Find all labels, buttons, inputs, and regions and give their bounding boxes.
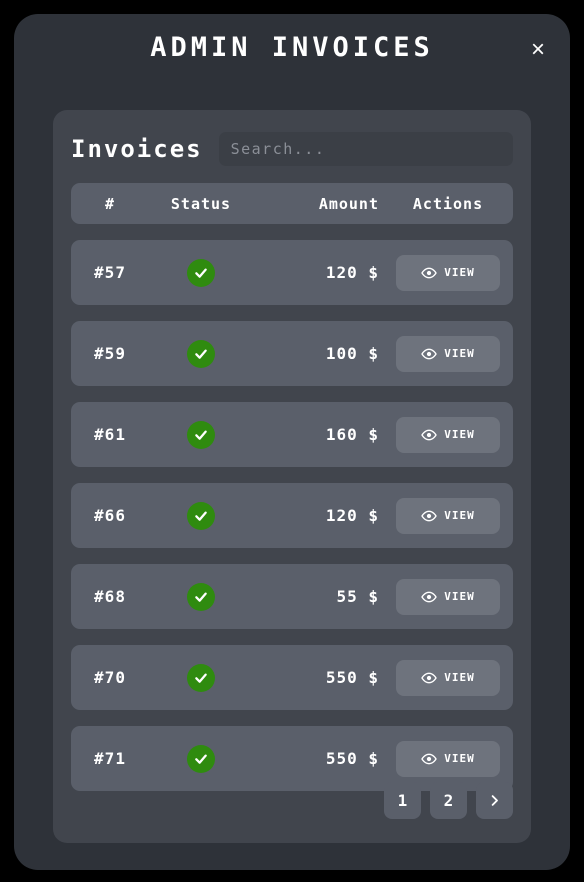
table-row: #70 550 $ VIEW [71,645,513,710]
table-row: #61 160 $ VIEW [71,402,513,467]
view-button[interactable]: VIEW [396,659,500,696]
status-badge [187,582,215,611]
chevron-right-icon [487,793,502,808]
status-badge [187,339,215,368]
close-icon[interactable]: × [521,33,555,67]
check-icon [193,265,209,281]
view-button[interactable]: VIEW [396,740,500,777]
column-header-amount: Amount [318,194,379,213]
admin-invoices-modal: ADMIN INVOICES × Invoices # Status Amoun… [14,14,570,870]
invoices-table: # Status Amount Actions #57 120 $ VIEW #59 1… [71,183,513,791]
actions-cell: VIEW [383,740,513,777]
invoice-number: #66 [94,506,126,525]
actions-cell: VIEW [383,659,513,696]
status-badge [187,420,215,449]
eye-icon [421,670,438,686]
invoices-card: Invoices # Status Amount Actions #57 120 … [53,110,531,843]
invoice-amount: 120 $ [325,263,379,282]
invoice-amount: 55 $ [336,587,379,606]
view-button-label: VIEW [444,752,475,765]
eye-icon [421,589,438,605]
view-button[interactable]: VIEW [396,335,500,372]
table-row: #66 120 $ VIEW [71,483,513,548]
status-cell [149,258,253,287]
invoice-amount: 550 $ [325,668,379,687]
view-button-label: VIEW [444,347,475,360]
eye-icon [421,427,438,443]
invoice-number: #61 [94,425,126,444]
status-cell [149,582,253,611]
status-cell [149,501,253,530]
check-icon [193,346,209,362]
column-header-actions: Actions [412,194,484,213]
table-body: #57 120 $ VIEW #59 100 $ VIEW #61 160 $ VIEW #66 1… [71,240,513,791]
status-badge [187,663,215,692]
check-icon [193,670,209,686]
actions-cell: VIEW [383,416,513,453]
pagination: 1 2 [384,782,513,819]
view-button-label: VIEW [444,671,475,684]
status-cell [149,663,253,692]
invoice-amount: 550 $ [325,749,379,768]
search-input[interactable] [218,132,513,166]
invoice-amount: 120 $ [325,506,379,525]
status-cell [149,339,253,368]
view-button[interactable]: VIEW [396,254,500,291]
check-icon [193,508,209,524]
column-header-number: # [104,194,116,213]
table-header-row: # Status Amount Actions [71,183,513,224]
check-icon [193,589,209,605]
view-button[interactable]: VIEW [396,578,500,615]
page-title: ADMIN INVOICES [150,32,434,63]
card-header: Invoices [71,126,513,172]
view-button-label: VIEW [444,428,475,441]
actions-cell: VIEW [383,335,513,372]
eye-icon [421,751,438,767]
invoice-number: #57 [94,263,126,282]
actions-cell: VIEW [383,497,513,534]
table-row: #68 55 $ VIEW [71,564,513,629]
pagination-page-1[interactable]: 1 [384,782,421,819]
table-row: #59 100 $ VIEW [71,321,513,386]
invoice-number: #59 [94,344,126,363]
view-button-label: VIEW [444,266,475,279]
status-cell [149,744,253,773]
view-button[interactable]: VIEW [396,497,500,534]
card-title: Invoices [71,135,203,163]
invoice-number: #71 [94,749,126,768]
invoice-amount: 160 $ [325,425,379,444]
invoice-amount: 100 $ [325,344,379,363]
view-button[interactable]: VIEW [396,416,500,453]
status-badge [187,744,215,773]
invoice-number: #68 [94,587,126,606]
actions-cell: VIEW [383,254,513,291]
eye-icon [421,346,438,362]
status-badge [187,501,215,530]
pagination-next-button[interactable] [476,782,513,819]
modal-header: ADMIN INVOICES × [14,14,570,96]
actions-cell: VIEW [383,578,513,615]
table-row: #57 120 $ VIEW [71,240,513,305]
view-button-label: VIEW [444,590,475,603]
status-badge [187,258,215,287]
check-icon [193,751,209,767]
eye-icon [421,265,438,281]
status-cell [149,420,253,449]
view-button-label: VIEW [444,509,475,522]
invoice-number: #70 [94,668,126,687]
pagination-page-2[interactable]: 2 [430,782,467,819]
eye-icon [421,508,438,524]
column-header-status: Status [170,194,232,213]
check-icon [193,427,209,443]
